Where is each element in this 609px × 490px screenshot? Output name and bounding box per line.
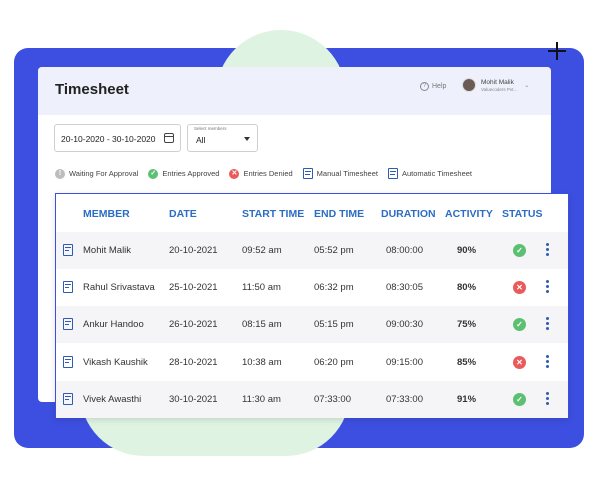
legend-label: Entries Approved (162, 169, 220, 178)
cell-end: 07:33:00 (314, 393, 351, 405)
cell-end: 06:32 pm (314, 282, 354, 294)
cell-activity: 91% (457, 393, 477, 405)
user-menu[interactable]: Mohit Malik Valuecoders Pvt... ⌄ (462, 78, 529, 92)
more-options-icon[interactable] (546, 243, 550, 257)
caret-down-icon (244, 137, 250, 141)
help-icon: ? (420, 82, 429, 91)
cell-activity: 75% (457, 319, 477, 331)
legend-waiting: ! Waiting For Approval (55, 168, 139, 179)
legend-label: Automatic Timesheet (401, 169, 472, 178)
denied-icon: ✕ (513, 355, 526, 369)
timesheet-doc-icon (63, 244, 73, 256)
more-options-icon[interactable] (546, 391, 550, 406)
table-row[interactable]: Vikash Kaushik 28-10-2021 10:38 am 06:20 pm… (56, 344, 568, 381)
date-range-value: 20-10-2020 - 30-10-2020 (61, 134, 156, 144)
timesheet-doc-icon (63, 318, 73, 331)
table-row[interactable]: Rahul Srivastava 25-10-2021 11:50 am 06:32 … (56, 269, 568, 306)
cell-end: 06:20 pm (314, 356, 354, 368)
cell-start: 11:30 am (242, 393, 281, 405)
cell-date: 20-10-2021 (169, 245, 218, 256)
cell-activity: 80% (457, 282, 477, 294)
approved-icon: ✓ (148, 168, 159, 179)
sparkle-icon (548, 42, 566, 60)
member-select-label: Select members (194, 126, 227, 131)
legend-approved: ✓ Entries Approved (148, 168, 220, 179)
legend-manual: Manual Timesheet (302, 168, 378, 179)
status-legend: ! Waiting For Approval ✓ Entries Approve… (55, 168, 482, 179)
table-row[interactable]: Ankur Handoo 26-10-2021 08:15 am 05:15 pm 09… (56, 306, 568, 344)
page-title: Timesheet (55, 81, 129, 98)
column-header-member[interactable]: MEMBER (83, 208, 130, 220)
cell-activity: 85% (457, 356, 477, 368)
cell-activity: 90% (457, 245, 477, 256)
cell-start: 11:50 am (242, 282, 281, 294)
cell-duration: 08:00:00 (386, 245, 423, 256)
legend-label: Manual Timesheet (316, 169, 378, 178)
chevron-down-icon: ⌄ (524, 82, 530, 89)
table-row[interactable]: Mohit Malik 20-10-2021 09:52 am 05:52 pm 08:… (56, 232, 568, 269)
cell-member: Mohit Malik (83, 245, 132, 256)
table-row[interactable]: Vivek Awasthi 30-10-2021 11:30 am 07:33:00 0… (56, 380, 568, 418)
waiting-icon: ! (55, 168, 65, 179)
timesheet-doc-icon (63, 355, 73, 368)
cell-date: 26-10-2021 (169, 319, 218, 331)
cell-member: Ankur Handoo (83, 319, 144, 331)
avatar (462, 78, 476, 92)
panel-header: Timesheet ? Help Mohit Malik Valuecoders… (38, 67, 551, 115)
user-name: Mohit Malik (481, 78, 514, 86)
cell-start: 08:15 am (242, 319, 282, 331)
approved-icon: ✓ (513, 392, 526, 406)
column-header-end-time[interactable]: END TIME (314, 208, 364, 220)
manual-timesheet-icon (302, 168, 313, 179)
calendar-icon (164, 133, 174, 143)
denied-icon: ✕ (229, 168, 240, 179)
more-options-icon[interactable] (546, 354, 550, 369)
column-header-start-time[interactable]: START TIME (242, 208, 304, 220)
approved-icon: ✓ (513, 318, 526, 332)
timesheet-doc-icon (63, 392, 73, 405)
cell-member: Rahul Srivastava (83, 282, 155, 294)
cell-member: Vivek Awasthi (83, 393, 142, 405)
cell-date: 25-10-2021 (169, 282, 218, 294)
date-range-picker[interactable]: 20-10-2020 - 30-10-2020 (54, 124, 181, 152)
user-company: Valuecoders Pvt... (481, 86, 518, 92)
cell-duration: 09:00:30 (386, 319, 423, 331)
column-header-activity[interactable]: ACTIVITY (445, 208, 493, 220)
cell-duration: 07:33:00 (386, 393, 423, 405)
cell-start: 10:38 am (242, 356, 282, 368)
cell-end: 05:15 pm (314, 319, 354, 331)
legend-label: Entries Denied (243, 169, 293, 178)
automatic-timesheet-icon (387, 168, 398, 179)
column-header-date[interactable]: DATE (169, 208, 197, 220)
column-header-duration[interactable]: DURATION (381, 208, 436, 220)
help-link[interactable]: ? Help (420, 82, 446, 91)
legend-label: Waiting For Approval (69, 169, 139, 178)
legend-denied: ✕ Entries Denied (229, 168, 293, 179)
timesheet-doc-icon (63, 281, 73, 294)
denied-icon: ✕ (513, 281, 526, 295)
timesheet-table: MEMBER DATE START TIME END TIME DURATION… (55, 193, 569, 418)
cell-start: 09:52 am (242, 245, 282, 256)
more-options-icon[interactable] (546, 280, 550, 294)
approved-icon: ✓ (513, 244, 526, 257)
cell-date: 28-10-2021 (169, 356, 218, 368)
cell-member: Vikash Kaushik (83, 356, 148, 368)
cell-end: 05:52 pm (314, 245, 354, 256)
cell-date: 30-10-2021 (169, 393, 218, 405)
cell-duration: 08:30:05 (386, 282, 423, 294)
table-header: MEMBER DATE START TIME END TIME DURATION… (56, 194, 568, 232)
help-label: Help (432, 83, 447, 90)
column-header-status[interactable]: STATUS (502, 208, 542, 220)
more-options-icon[interactable] (546, 317, 550, 331)
member-select-value: All (196, 135, 206, 145)
member-select[interactable]: Select members All (187, 124, 258, 152)
legend-automatic: Automatic Timesheet (387, 168, 472, 179)
cell-duration: 09:15:00 (386, 356, 423, 368)
